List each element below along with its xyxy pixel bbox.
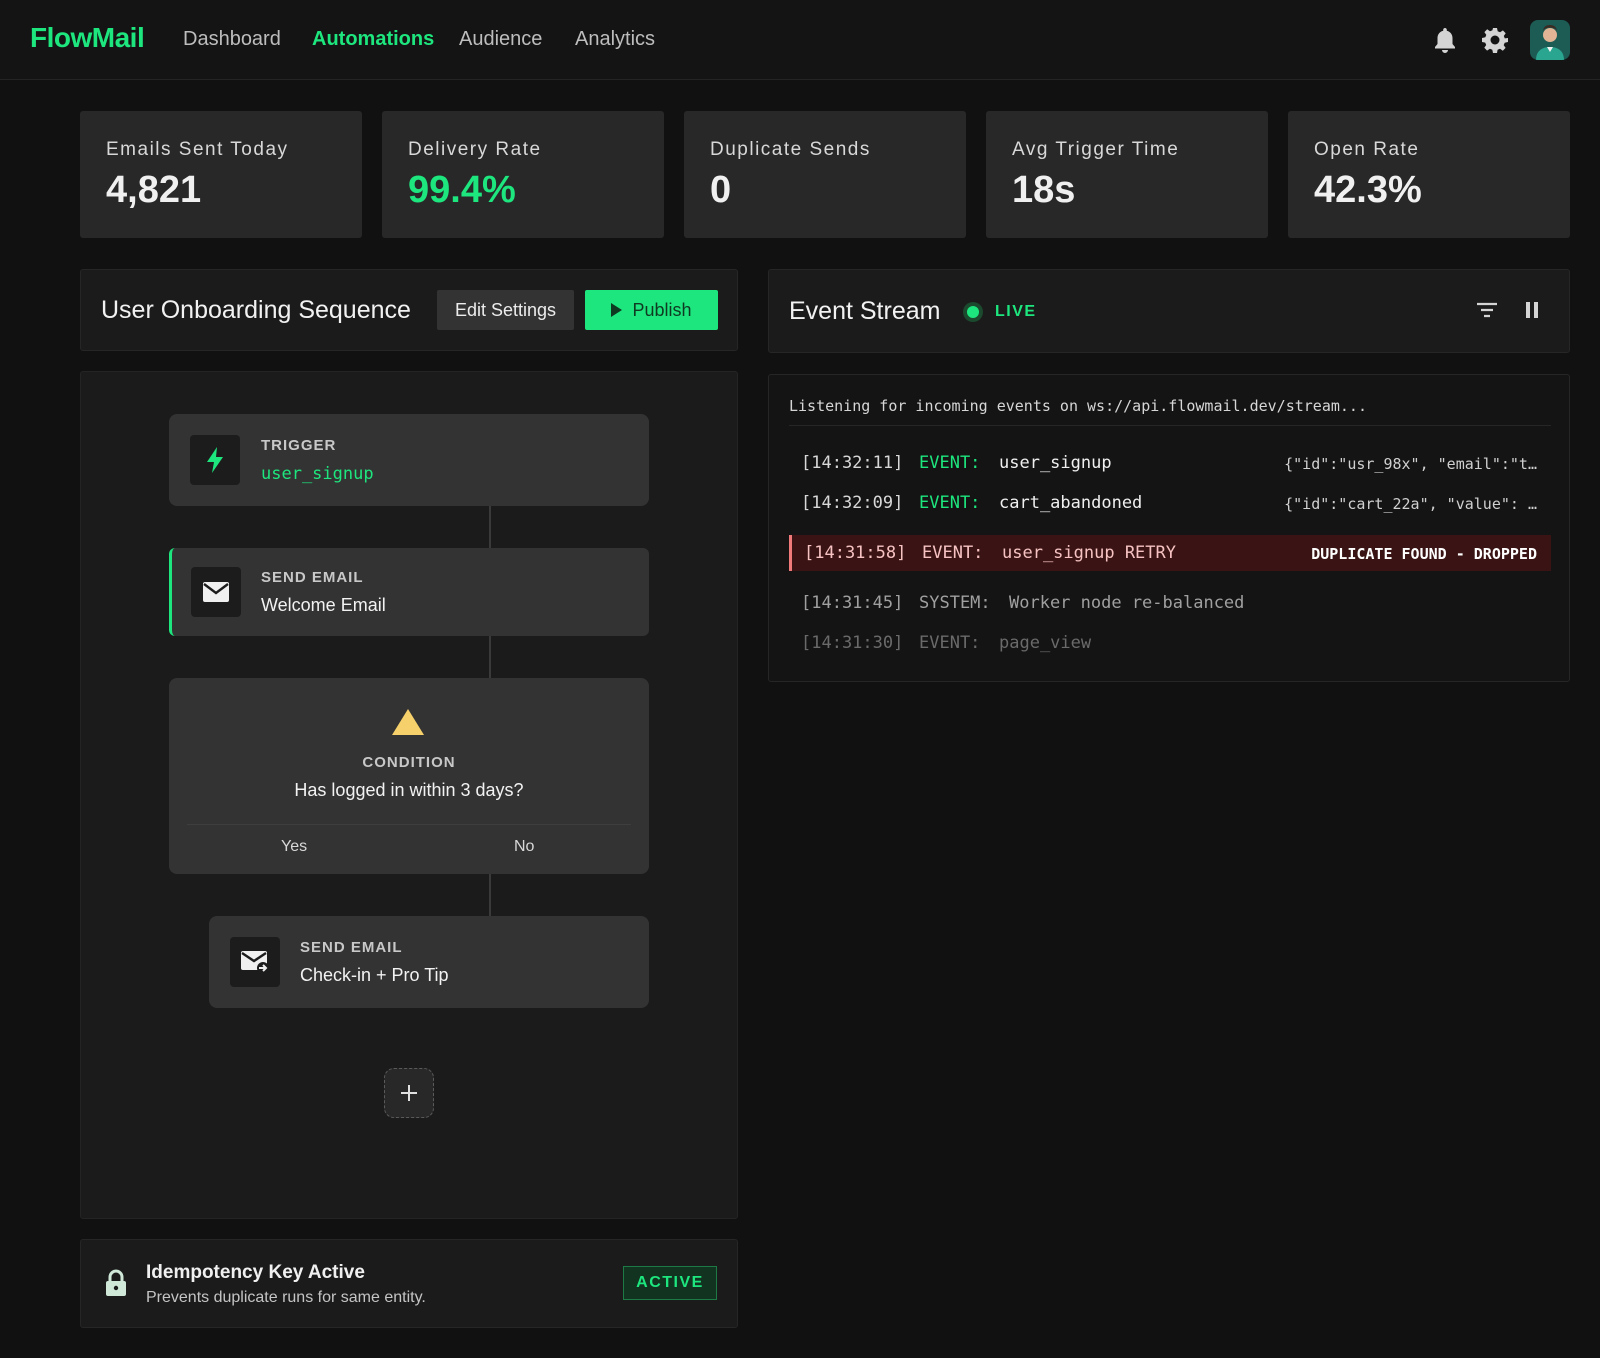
idempotency-title: Idempotency Key Active [146, 1262, 365, 1283]
filter-icon[interactable] [1473, 296, 1501, 324]
node-name: user_signup [261, 464, 374, 484]
play-icon [611, 303, 623, 317]
log-time: [14:31:30] [801, 633, 904, 653]
condition-question: Has logged in within 3 days? [294, 780, 524, 800]
stat-label: Avg Trigger Time [1012, 139, 1180, 160]
log-row[interactable]: [14:32:11] EVENT: user_signup {"id":"usr… [789, 445, 1551, 481]
warning-icon [391, 708, 425, 741]
trigger-node[interactable]: TRIGGER user_signup [169, 414, 649, 506]
top-navigation: FlowMail Dashboard Automations Audience … [0, 0, 1600, 80]
workflow-header: User Onboarding Sequence Edit Settings P… [80, 269, 738, 351]
log-time: [14:32:11] [801, 453, 904, 473]
stat-label: Duplicate Sends [710, 139, 871, 160]
log-type: EVENT: [919, 453, 981, 473]
node-kind: SEND EMAIL [261, 569, 364, 586]
stat-card-avg-trigger-time: Avg Trigger Time 18s [986, 111, 1268, 238]
log-row-duplicate[interactable]: [14:31:58] EVENT: user_signup RETRY DUPL… [789, 535, 1551, 571]
stat-card-duplicate-sends: Duplicate Sends 0 [684, 111, 966, 238]
idempotency-subtitle: Prevents duplicate runs for same entity. [146, 1289, 426, 1306]
branch-no[interactable]: No [514, 838, 534, 856]
nav-audience[interactable]: Audience [459, 28, 542, 51]
node-kind: CONDITION [362, 754, 456, 771]
event-stream-header: Event Stream LIVE [768, 269, 1570, 353]
brand-logo[interactable]: FlowMail [30, 22, 145, 54]
log-event-name: page_view [999, 633, 1092, 653]
log-row[interactable]: [14:31:30] EVENT: page_view [789, 625, 1551, 661]
divider [187, 824, 631, 825]
stat-label: Delivery Rate [408, 139, 542, 160]
publish-button[interactable]: Publish [585, 290, 718, 330]
send-email-node-welcome[interactable]: SEND EMAIL Welcome Email [169, 548, 649, 636]
log-row[interactable]: [14:32:09] EVENT: cart_abandoned {"id":"… [789, 485, 1551, 521]
log-time: [14:32:09] [801, 493, 904, 513]
edit-settings-button[interactable]: Edit Settings [437, 290, 574, 330]
log-type: EVENT: [922, 543, 984, 563]
divider [789, 425, 1551, 426]
idempotency-panel: Idempotency Key Active Prevents duplicat… [80, 1239, 738, 1328]
avatar[interactable] [1530, 20, 1570, 60]
event-stream-log[interactable]: Listening for incoming events on ws://ap… [768, 374, 1570, 682]
plus-icon [401, 1085, 417, 1101]
node-name: Check-in + Pro Tip [300, 965, 449, 985]
node-kind: SEND EMAIL [300, 939, 403, 956]
connector [489, 506, 491, 548]
stat-value: 4,821 [106, 169, 202, 211]
branch-yes[interactable]: Yes [281, 838, 307, 856]
pause-icon[interactable] [1518, 296, 1546, 324]
duplicate-warning: DUPLICATE FOUND - DROPPED [1311, 545, 1537, 563]
log-row[interactable]: [14:31:45] SYSTEM: Worker node re-balanc… [789, 585, 1551, 621]
stat-value: 42.3% [1314, 169, 1422, 211]
stat-card-open-rate: Open Rate 42.3% [1288, 111, 1570, 238]
envelope-send-icon [230, 937, 280, 987]
log-event-name: user_signup RETRY [1002, 543, 1176, 563]
stat-label: Emails Sent Today [106, 139, 289, 160]
listening-message: Listening for incoming events on ws://ap… [789, 397, 1367, 415]
lock-icon [105, 1269, 127, 1302]
log-type: EVENT: [919, 493, 981, 513]
log-payload: {"id":"cart_22a", "value": … [1284, 495, 1537, 513]
nav-analytics[interactable]: Analytics [575, 28, 655, 51]
gear-icon[interactable] [1477, 22, 1513, 58]
envelope-icon [191, 567, 241, 617]
live-indicator-icon [963, 302, 983, 322]
event-stream-title: Event Stream [789, 297, 941, 325]
workflow-canvas[interactable]: TRIGGER user_signup SEND EMAIL Welcome E… [80, 371, 738, 1219]
node-name: Welcome Email [261, 595, 386, 615]
stat-value: 18s [1012, 169, 1076, 211]
stat-card-delivery-rate: Delivery Rate 99.4% [382, 111, 664, 238]
log-event-name: Worker node re-balanced [1009, 593, 1245, 613]
log-event-name: cart_abandoned [999, 493, 1143, 513]
stat-card-emails-sent: Emails Sent Today 4,821 [80, 111, 362, 238]
log-payload: {"id":"usr_98x", "email":"t… [1284, 455, 1537, 473]
nav-automations[interactable]: Automations [312, 28, 434, 51]
condition-node[interactable]: CONDITION Has logged in within 3 days? Y… [169, 678, 649, 874]
status-badge: ACTIVE [623, 1266, 717, 1300]
stat-value: 99.4% [408, 169, 516, 211]
log-type: SYSTEM: [919, 593, 991, 613]
live-status: LIVE [995, 303, 1037, 320]
workflow-title: User Onboarding Sequence [101, 296, 411, 324]
log-type: EVENT: [919, 633, 981, 653]
connector [489, 874, 491, 916]
lightning-icon [190, 435, 240, 485]
node-kind: TRIGGER [261, 437, 337, 454]
bell-icon[interactable] [1427, 22, 1463, 58]
log-event-name: user_signup [999, 453, 1112, 473]
send-email-node-checkin[interactable]: SEND EMAIL Check-in + Pro Tip [209, 916, 649, 1008]
log-time: [14:31:45] [801, 593, 904, 613]
publish-label: Publish [632, 299, 692, 320]
add-step-button[interactable] [384, 1068, 434, 1118]
stat-value: 0 [710, 169, 732, 211]
connector [489, 636, 491, 678]
stat-label: Open Rate [1314, 139, 1420, 160]
log-time: [14:31:58] [804, 543, 907, 563]
nav-dashboard[interactable]: Dashboard [183, 28, 281, 51]
